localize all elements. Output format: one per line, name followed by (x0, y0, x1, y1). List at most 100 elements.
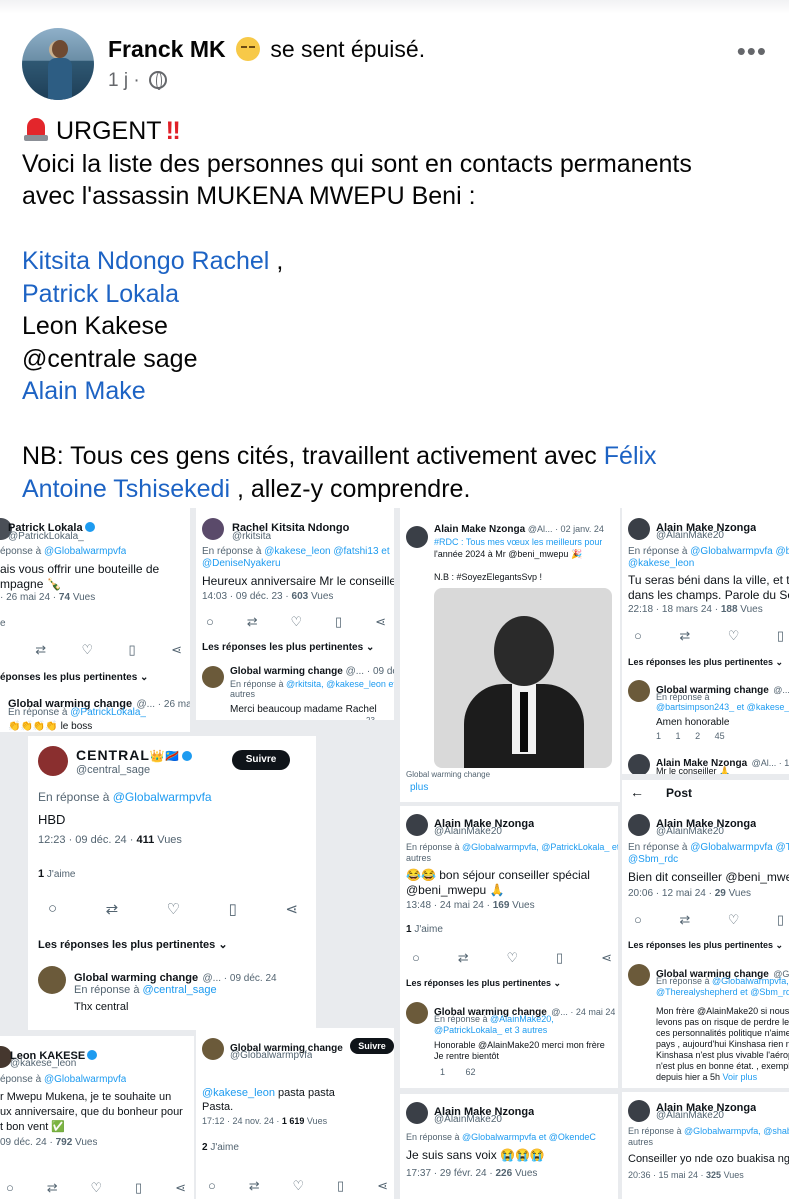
bookmark-icon[interactable]: ▯ (777, 628, 784, 644)
reply-link[interactable]: @bartsimpson243_ et @kakese_le (656, 702, 789, 712)
share-icon[interactable]: ⋖ (171, 642, 182, 658)
reply-link[interactable]: @Globalwarmpvfa, @shaba (684, 1126, 789, 1136)
retweet-icon[interactable]: ⇄ (458, 950, 469, 966)
person-link-patrick[interactable]: Patrick Lokala (22, 278, 772, 311)
retweet-icon[interactable]: ⇄ (106, 900, 119, 918)
share-icon[interactable]: ⋖ (285, 900, 298, 918)
like-icon[interactable]: ♡ (82, 642, 94, 658)
person-1-suffix: , (269, 247, 284, 275)
reply-link[interactable]: @PatrickLokala_ (70, 707, 146, 718)
reply-icon[interactable]: ○ (634, 912, 642, 928)
section-title[interactable]: Les réponses les plus pertinentes ⌄ (202, 642, 374, 653)
reply-link[interactable]: @kakese_leon (628, 558, 694, 569)
reply-icon[interactable]: ○ (206, 614, 214, 630)
bookmark-icon[interactable]: ▯ (337, 1178, 344, 1194)
post-time[interactable]: 1 j (108, 70, 128, 91)
views-label: Vues (721, 1170, 744, 1180)
reply-link[interactable]: @Globalwarmpvfa (44, 1074, 126, 1085)
section-title[interactable]: éponses les plus pertinentes ⌄ (0, 672, 148, 683)
felix-link[interactable]: Félix (604, 442, 657, 470)
reply-link[interactable]: @rkitsita, @kakese_leon et (286, 679, 394, 689)
reply-stats: 1 1 2 45 (656, 731, 725, 741)
reply-icon[interactable]: ○ (412, 950, 420, 966)
reply-link[interactable]: @Globalwarmpvfa (113, 790, 212, 804)
bookmark-icon[interactable]: ▯ (335, 614, 342, 630)
follow-button[interactable]: Suivre (350, 1038, 394, 1054)
share-icon[interactable]: ⋖ (375, 614, 386, 630)
like-icon[interactable]: ♡ (728, 628, 740, 644)
reply-link[interactable]: @kakese_leon @fatshi13 et (264, 546, 389, 557)
retweet-icon[interactable]: ⇄ (679, 912, 690, 928)
retweet-icon[interactable]: ⇄ (679, 628, 690, 644)
avatar-body (48, 58, 72, 100)
retweet-icon[interactable]: ⇄ (247, 614, 258, 630)
like-icon[interactable]: ♡ (91, 1180, 103, 1196)
back-arrow-icon[interactable]: ← (630, 784, 644, 800)
bookmark-icon[interactable]: ▯ (129, 642, 136, 658)
mention-link[interactable]: @kakese_leon (202, 1087, 275, 1099)
reply-text: Amen honorable (656, 717, 730, 728)
reply-link[interactable]: @Globalwarmpvfa (44, 546, 126, 557)
like-icon[interactable]: ♡ (293, 1178, 305, 1194)
view-count: 74 (58, 592, 71, 603)
author-avatar[interactable] (22, 28, 94, 100)
tweet-time: · 26 mai 24 · (0, 592, 59, 603)
author-name[interactable]: Franck MK (108, 36, 226, 62)
section-title[interactable]: Les réponses les plus pertinentes ⌄ (38, 938, 228, 951)
section-title[interactable]: Les réponses les plus pertinentes ⌄ (628, 940, 783, 951)
stat-views: 45 (714, 731, 725, 741)
bookmark-icon[interactable]: ▯ (135, 1180, 142, 1196)
person-link-rachel[interactable]: Kitsita Ndongo Rachel (22, 247, 269, 275)
reply-long-text: Mon frère @AlainMake20 si nous levons pa… (622, 1006, 789, 1088)
reply-link[interactable]: @AlainMake20, (490, 1014, 554, 1024)
reply-prefix: En réponse à (202, 546, 265, 557)
like-icon[interactable]: ♡ (507, 950, 519, 966)
nb-suffix: , allez-y comprendre. (230, 474, 471, 503)
stat-retweet: 1 (675, 731, 681, 741)
reply-link[interactable]: @Sbm_rdc (628, 854, 678, 865)
tweet-text: mpagne 🍾 (0, 577, 62, 591)
bookmark-icon[interactable]: ▯ (229, 900, 237, 918)
portrait-photo[interactable] (434, 588, 612, 768)
section-title[interactable]: Les réponses les plus pertinentes ⌄ (628, 657, 783, 668)
reply-link[interactable]: @Therealyshepherd et @Sbm_rdc (656, 987, 789, 997)
retweet-icon[interactable]: ⇄ (249, 1178, 260, 1194)
avatar-head (52, 40, 68, 58)
screenshot-collage[interactable]: Patrick Lokala @PatrickLokala_ éponse à … (0, 508, 789, 1199)
bookmark-icon[interactable]: ▯ (556, 950, 563, 966)
reply-link[interactable]: @central_sage (143, 984, 217, 996)
reply-link[interactable]: @Globalwarmpvfa @bartsim (690, 546, 789, 557)
reply-link[interactable]: @Globalwarmpvfa @Therealy (690, 842, 789, 853)
tshisekedi-link[interactable]: Antoine Tshisekedi (22, 475, 230, 503)
like-icon[interactable]: ♡ (291, 614, 303, 630)
like-icon[interactable]: ♡ (167, 900, 180, 918)
more-options-icon[interactable]: ••• (737, 36, 767, 67)
reply-link[interactable]: @Globalwarmpvfa, (712, 976, 789, 986)
retweet-icon[interactable]: ⇄ (35, 642, 46, 658)
section-title[interactable]: Les réponses les plus pertinentes ⌄ (406, 978, 561, 989)
share-icon[interactable]: ⋖ (377, 1178, 388, 1194)
reply-link[interactable]: @Globalwarmpvfa et @OkendeC (462, 1132, 596, 1142)
reply-link[interactable]: @PatrickLokala_ et 3 autres (434, 1025, 547, 1035)
share-icon[interactable]: ⋖ (175, 1180, 186, 1196)
reply-icon[interactable]: ○ (634, 628, 642, 644)
retweet-icon[interactable]: ⇄ (47, 1180, 58, 1196)
reply-icon[interactable]: ○ (6, 1180, 14, 1196)
reply-link[interactable]: @Globalwarmpvfa, @PatrickLokala_ et 3 (462, 842, 618, 852)
bookmark-icon[interactable]: ▯ (777, 912, 784, 928)
like-icon[interactable]: ♡ (728, 912, 740, 928)
reply-icon[interactable]: ○ (208, 1178, 216, 1194)
reply-icon[interactable]: ○ (48, 900, 57, 918)
globe-icon[interactable] (148, 71, 167, 90)
see-more-link[interactable]: Voir plus (723, 1072, 758, 1082)
siren-icon (22, 116, 50, 142)
tweet-text: HBD (38, 812, 66, 827)
more-link[interactable]: plus (410, 782, 428, 793)
reply-link[interactable]: @DeniseNyakeru (202, 558, 281, 569)
share-icon[interactable]: ⋖ (601, 950, 612, 966)
follow-button[interactable]: Suivre (232, 750, 290, 770)
tweet-text: Je suis sans voix 😭😭😭 (406, 1148, 545, 1162)
person-link-alain[interactable]: Alain Make (22, 375, 772, 408)
tweet-leon: Leon KAKESE @kakese_leon éponse à @Globa… (0, 1036, 194, 1199)
